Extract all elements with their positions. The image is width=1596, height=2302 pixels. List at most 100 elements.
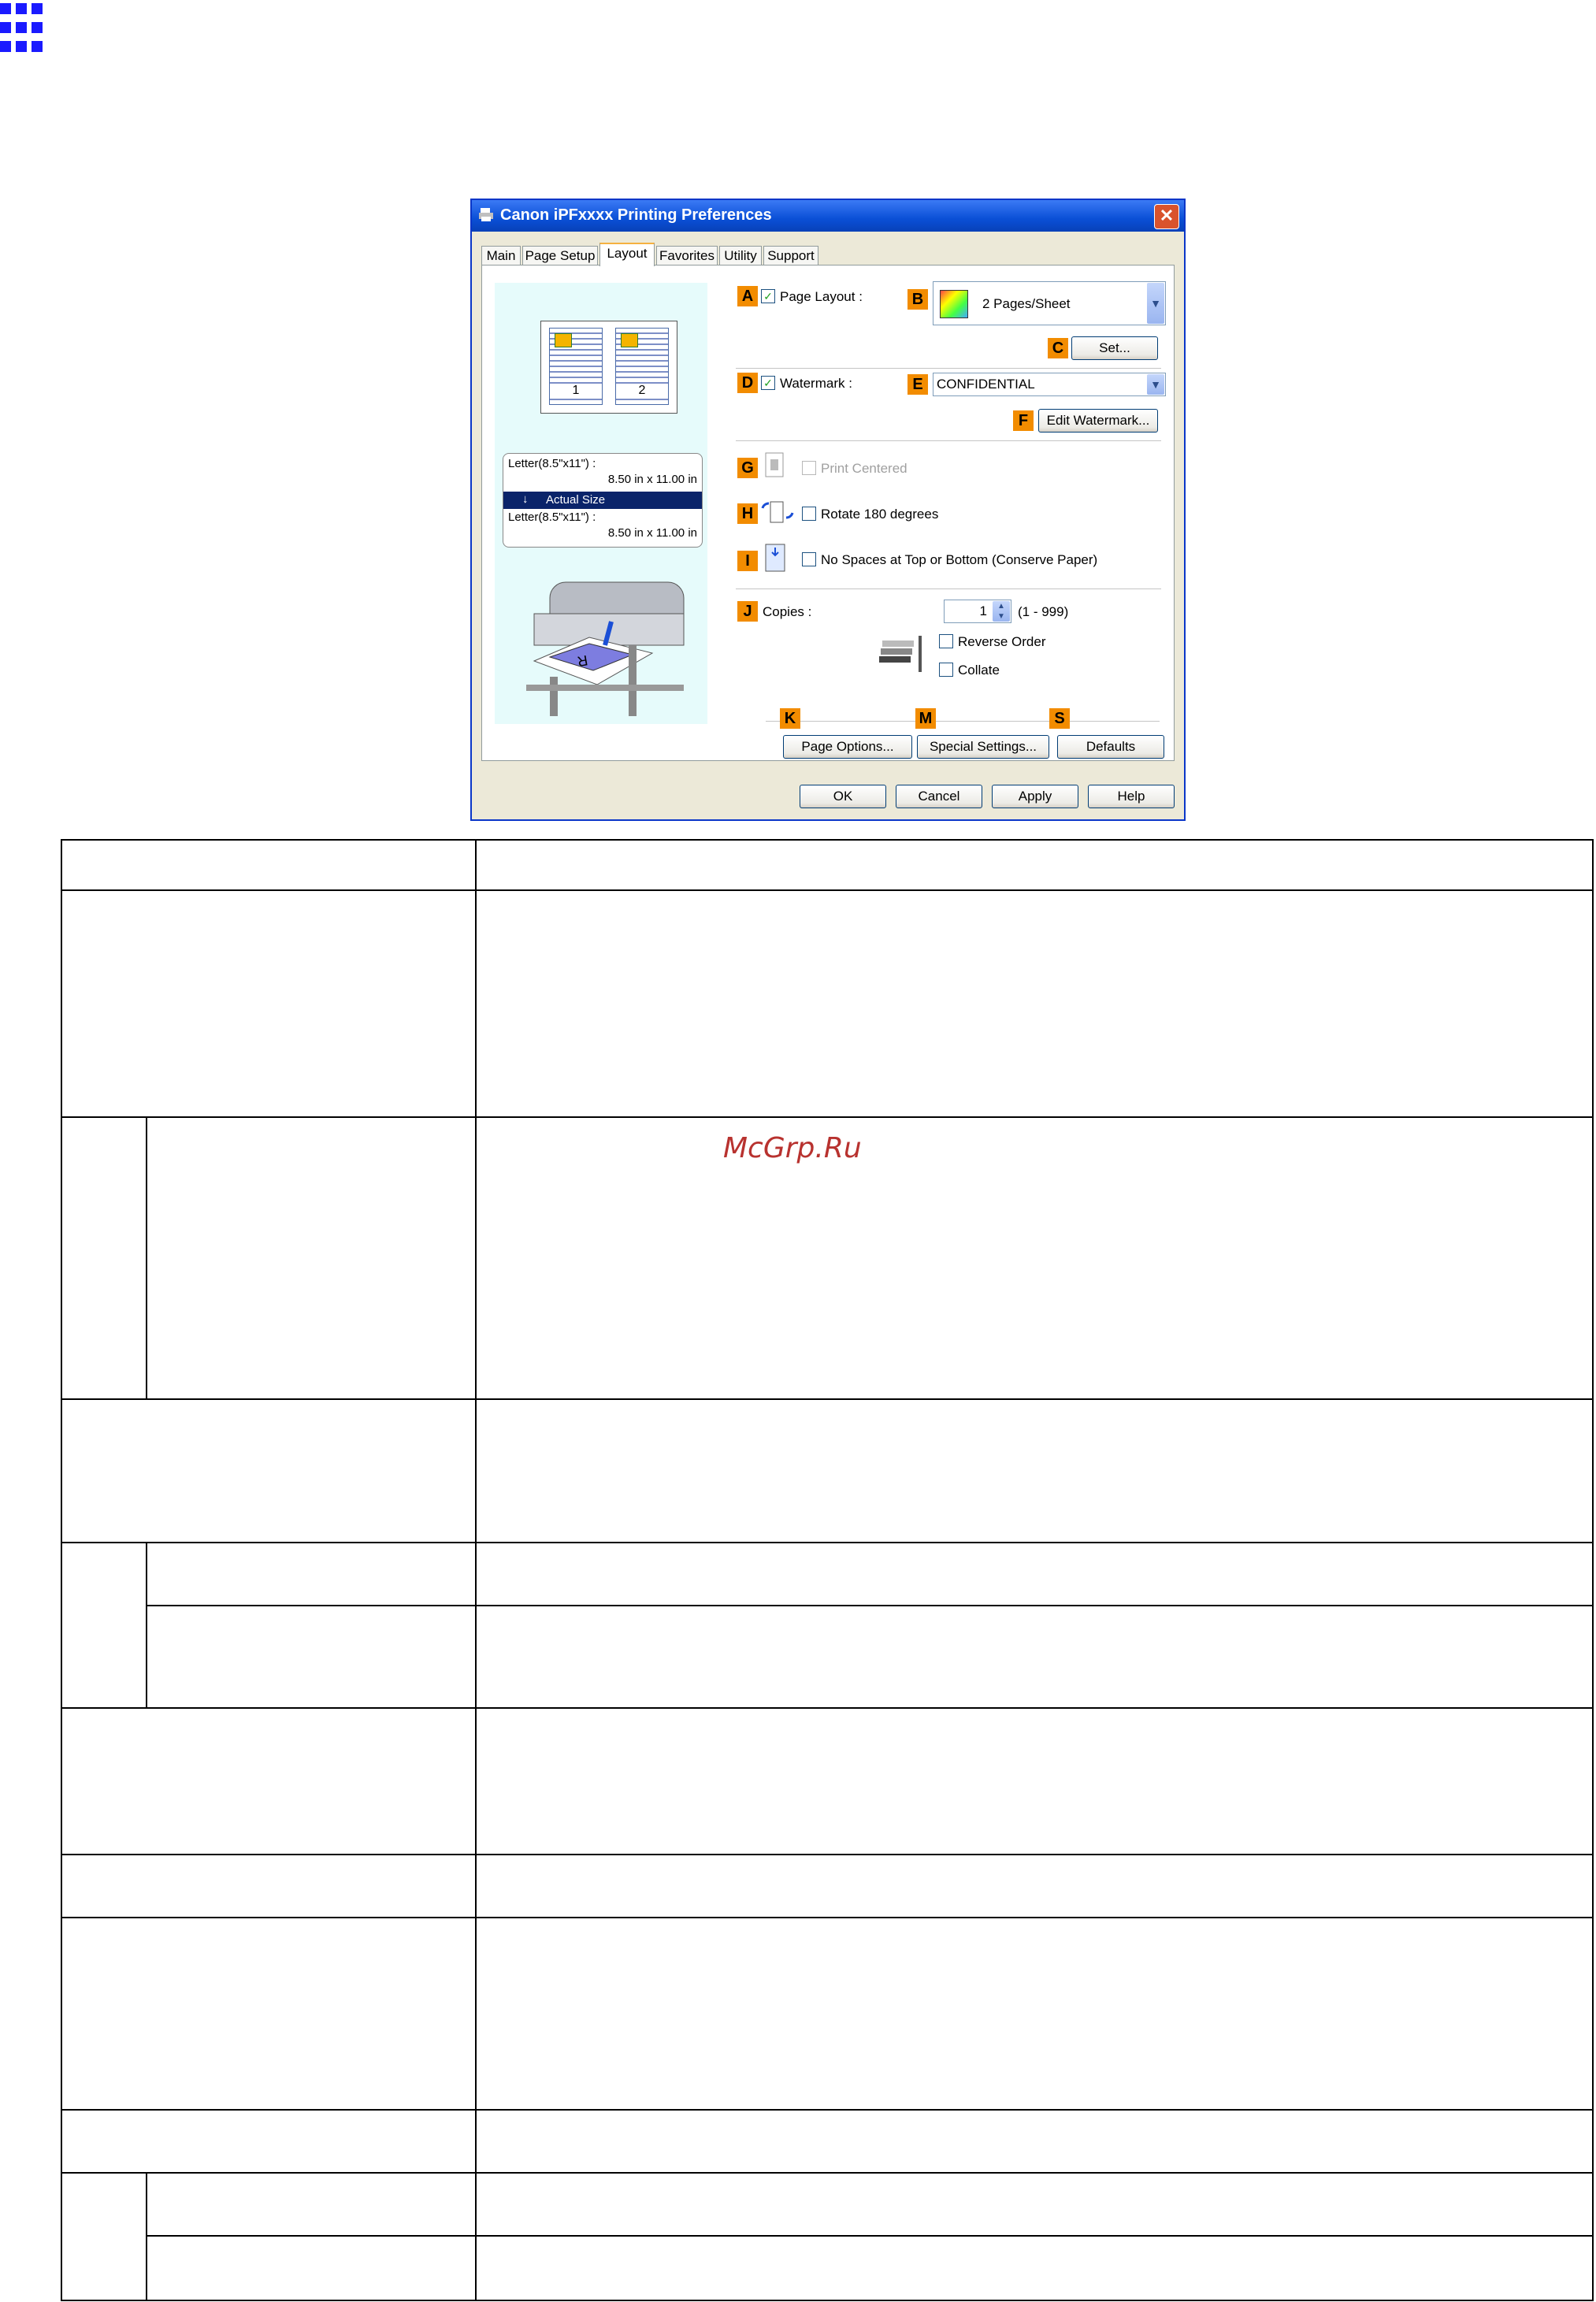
- printing-preferences-dialog: Canon iPFxxxx Printing Preferences ✕ Mai…: [470, 199, 1186, 821]
- output-size-label: Letter(8.5"x11") :: [508, 511, 596, 524]
- scaling-row: ↓ Actual Size: [503, 492, 702, 509]
- tab-support[interactable]: Support: [763, 246, 818, 265]
- table-cell: [146, 2235, 477, 2301]
- table-cell: [475, 1707, 1594, 1855]
- rotate-icon: [761, 501, 794, 523]
- table-cell: [475, 1398, 1594, 1543]
- scaling-value: Actual Size: [546, 493, 606, 507]
- paper-size-info: Letter(8.5"x11") : 8.50 in x 11.00 in ↓ …: [503, 453, 703, 548]
- table-cell: [61, 1116, 147, 1400]
- output-size-value: 8.50 in x 11.00 in: [607, 526, 697, 540]
- no-spaces-checkbox[interactable]: [802, 552, 816, 566]
- table-cell: [146, 1116, 477, 1400]
- copies-value: 1: [979, 603, 987, 618]
- table-cell: [475, 1605, 1594, 1709]
- rotate-label: Rotate 180 degrees: [821, 507, 939, 522]
- marker-g: G: [737, 458, 758, 478]
- table-cell: [61, 1707, 477, 1855]
- help-button[interactable]: Help: [1088, 785, 1175, 808]
- layout-panel: 1 2 Letter(8.5"x11") : 8.50 in x 11.00 i…: [481, 265, 1175, 761]
- table-cell: [475, 2235, 1594, 2301]
- page-layout-select[interactable]: 2 Pages/Sheet ▼: [933, 281, 1166, 325]
- rotate-checkbox[interactable]: [802, 507, 816, 521]
- marker-k: K: [780, 708, 800, 729]
- down-arrow-icon: ↓: [522, 492, 529, 506]
- table-cell: [146, 2172, 477, 2237]
- special-settings-button[interactable]: Special Settings...: [917, 735, 1049, 759]
- table-cell: [61, 839, 477, 891]
- marker-e: E: [907, 374, 928, 395]
- reverse-order-label: Reverse Order: [958, 634, 1046, 649]
- copies-stepper[interactable]: 1 ▲ ▼: [944, 600, 1011, 623]
- tab-favorites[interactable]: Favorites: [656, 246, 718, 265]
- marker-h: H: [737, 503, 758, 524]
- ok-button[interactable]: OK: [800, 785, 886, 808]
- collate-label: Collate: [958, 663, 1000, 678]
- close-button[interactable]: ✕: [1154, 204, 1179, 229]
- copies-range: (1 - 999): [1018, 604, 1069, 619]
- no-spaces-label: No Spaces at Top or Bottom (Conserve Pap…: [821, 552, 1098, 567]
- printer-illustration: R: [526, 581, 685, 716]
- conserve-paper-icon: [765, 544, 785, 572]
- marker-f: F: [1013, 410, 1034, 431]
- tab-utility[interactable]: Utility: [719, 246, 762, 265]
- site-watermark: McGrp.Ru: [723, 1132, 862, 1164]
- print-centered-label: Print Centered: [821, 461, 907, 476]
- chevron-down-icon: ▼: [1147, 283, 1164, 324]
- watermark-checkbox[interactable]: ✓: [761, 376, 775, 390]
- marker-d: D: [737, 373, 758, 393]
- table-cell: [475, 839, 1594, 891]
- marker-c: C: [1048, 338, 1068, 358]
- table-cell: [475, 2109, 1594, 2174]
- reverse-order-checkbox[interactable]: [939, 634, 953, 648]
- defaults-button[interactable]: Defaults: [1057, 735, 1164, 759]
- dialog-title: Canon iPFxxxx Printing Preferences: [500, 206, 772, 224]
- table-cell: [475, 2172, 1594, 2237]
- set-button[interactable]: Set...: [1071, 336, 1158, 360]
- page-number-2: 2: [616, 384, 668, 398]
- tab-layout[interactable]: Layout: [599, 243, 655, 266]
- page-layout-checkbox[interactable]: ✓: [761, 289, 775, 303]
- original-size-value: 8.50 in x 11.00 in: [607, 473, 697, 486]
- separator: [766, 721, 1160, 722]
- table-cell: [61, 2172, 147, 2301]
- chevron-down-icon: ▼: [1147, 374, 1164, 395]
- table-cell: [61, 1917, 477, 2111]
- table-cell: [61, 1542, 147, 1709]
- grid-menu-icon: [0, 0, 47, 55]
- watermark-select[interactable]: CONFIDENTIAL ▼: [933, 373, 1166, 396]
- print-centered-icon: [765, 452, 784, 477]
- separator: [736, 368, 1161, 369]
- table-cell: [61, 1398, 477, 1543]
- collate-stack-icon: [879, 636, 922, 672]
- page-number-1: 1: [550, 384, 602, 398]
- tab-main[interactable]: Main: [481, 246, 521, 265]
- apply-button[interactable]: Apply: [992, 785, 1078, 808]
- marker-b: B: [907, 289, 928, 310]
- separator: [736, 588, 1161, 589]
- page-layout-value: 2 Pages/Sheet: [982, 296, 1071, 311]
- table-cell: [475, 1854, 1594, 1918]
- table-cell: [61, 1854, 477, 1918]
- edit-watermark-button[interactable]: Edit Watermark...: [1038, 409, 1158, 433]
- watermark-value: CONFIDENTIAL: [937, 377, 1035, 392]
- spin-arrows-icon[interactable]: ▲ ▼: [993, 601, 1010, 622]
- cancel-button[interactable]: Cancel: [896, 785, 982, 808]
- printer-app-icon: [479, 208, 493, 221]
- close-icon: ✕: [1159, 206, 1175, 225]
- tab-page-setup[interactable]: Page Setup: [522, 246, 598, 265]
- marker-m: M: [915, 708, 936, 729]
- table-cell: [475, 1116, 1594, 1400]
- table-cell: [475, 889, 1594, 1118]
- page-layout-label: Page Layout :: [780, 289, 863, 304]
- print-centered-checkbox[interactable]: [802, 461, 816, 475]
- table-cell: [475, 1542, 1594, 1606]
- collate-checkbox[interactable]: [939, 663, 953, 677]
- page-layout-icon: [940, 290, 968, 318]
- marker-s: S: [1049, 708, 1070, 729]
- table-cell: [146, 1605, 477, 1709]
- copies-label: Copies :: [763, 604, 812, 619]
- watermark-label: Watermark :: [780, 376, 852, 391]
- table-cell: [61, 889, 477, 1118]
- page-options-button[interactable]: Page Options...: [783, 735, 912, 759]
